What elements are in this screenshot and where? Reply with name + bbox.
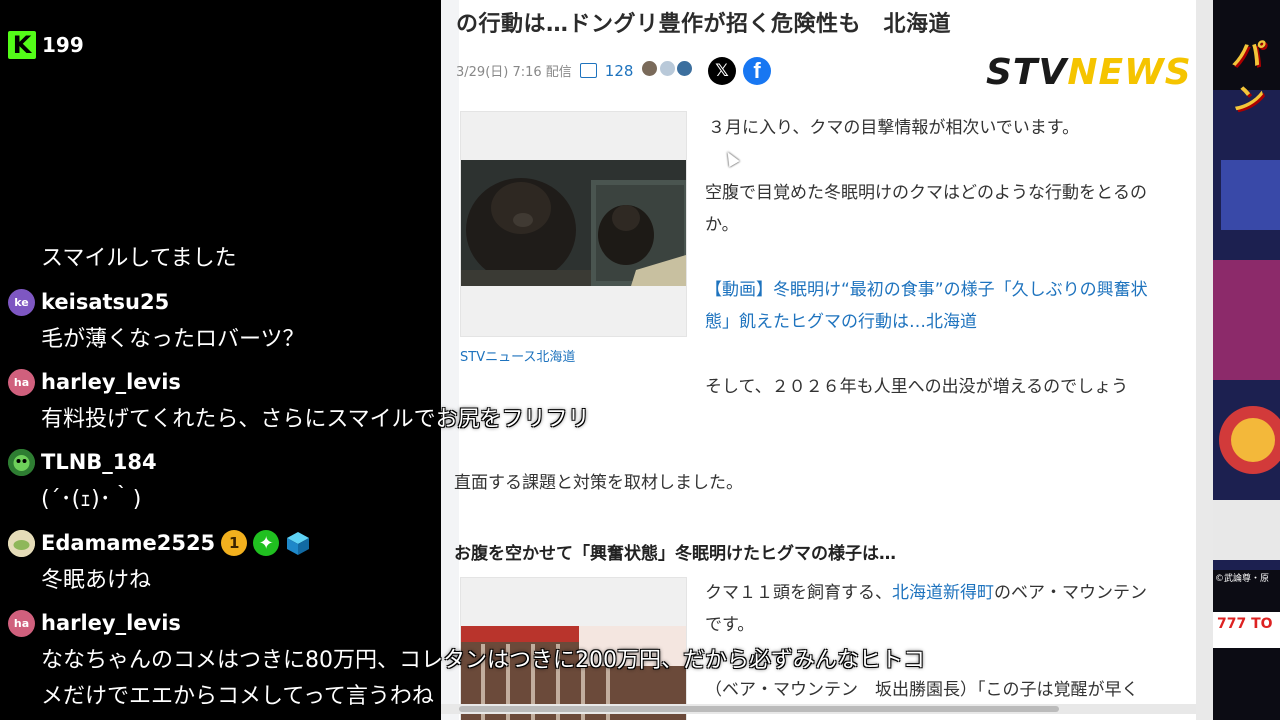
article-title: の行動は…ドングリ豊作が招く危険性も 北海道 (456, 12, 952, 37)
scrollbar-thumb[interactable] (459, 706, 1059, 712)
commenter-avatar (641, 60, 659, 77)
stv-news-logo: STVNEWS (986, 52, 1192, 93)
chat-panel: スマイルしてました ke keisatsu25 毛が薄くなったロバーツ？ ha … (0, 0, 925, 720)
ad-headline: パン (1231, 38, 1261, 117)
chat-username[interactable]: TLNB_184 (41, 450, 157, 474)
photo-caption[interactable]: STVニュース北海道 (460, 346, 575, 365)
chat-message-text: 冬眠あけね (41, 568, 152, 593)
article-meta: 3/29(日) 7:16 配信 128 (456, 60, 693, 81)
article-photo[interactable] (460, 111, 687, 337)
chat-username[interactable]: keisatsu25 (41, 290, 169, 314)
bear-photo (461, 160, 686, 286)
user-avatar[interactable] (8, 448, 35, 476)
side-advertisement[interactable]: パン ©武論尊・原 777 TO (1213, 0, 1280, 720)
user-avatar[interactable] (8, 529, 35, 557)
horizontal-scrollbar[interactable] (441, 704, 1196, 714)
chat-username[interactable]: harley_levis (41, 370, 181, 394)
chat-message-text: ななちゃんのコメはつきに80万円、コレタンはつきに200万円、だから必ずみんなヒ… (41, 648, 925, 673)
chat-username[interactable]: harley_levis (41, 611, 181, 635)
share-x-icon[interactable]: 𝕏 (708, 57, 736, 85)
chat-message-text: スマイルしてました (41, 246, 237, 271)
user-avatar[interactable]: ke (8, 288, 35, 316)
subscriber-badge-icon: 1 (221, 530, 248, 556)
commenter-avatar (658, 60, 676, 77)
chat-message-text: (´･(ｪ)･｀) (41, 487, 142, 512)
paragraph-1: ３月に入り、クマの目撃情報が相次いでいます。 (708, 118, 1080, 138)
stream-overlay: K 199 の行動は…ドングリ豊作が招く危険性も 北海道 3/29(日) 7:1… (0, 0, 1280, 720)
page-gutter (1196, 0, 1213, 720)
user-avatar[interactable]: ha (8, 609, 35, 637)
shintoku-link[interactable]: 北海道新得町 (892, 583, 994, 603)
comment-icon[interactable] (579, 63, 597, 78)
paragraph-5: クマ１１頭を飼育する、北海道新得町のベア・マウンテン です。 (705, 583, 1147, 635)
edamame-avatar-icon (8, 529, 35, 557)
paragraph-4: 直面する課題と対策を取材しました。 (454, 473, 743, 493)
commenter-avatar (675, 60, 693, 77)
article-left-margin (441, 0, 459, 720)
related-video-link[interactable]: 【動画】冬眠明け“最初の食事”の様子「久しぶりの興奮状 態」飢えたヒグマの行動は… (705, 274, 1148, 338)
share-facebook-icon[interactable]: f (743, 57, 771, 85)
monster-avatar-icon (8, 448, 35, 476)
chat-message-text-continued: メだけでエエからコメしてって言うわね (41, 684, 434, 709)
chat-message-text: 毛が薄くなったロバーツ？ (41, 327, 305, 352)
user-avatar[interactable]: ha (8, 368, 35, 396)
cube-badge-icon (285, 530, 311, 556)
ad-copyright: ©武論尊・原 (1215, 574, 1270, 584)
chat-username[interactable]: Edamame2525 (41, 531, 215, 555)
section-heading: お腹を空かせて「興奮状態」冬眠明けたヒグマの様子は… (454, 544, 896, 564)
ad-brand-logo: 777 TO (1217, 616, 1273, 632)
comment-count[interactable]: 128 (605, 62, 634, 80)
news-article: の行動は…ドングリ豊作が招く危険性も 北海道 3/29(日) 7:16 配信 1… (441, 0, 1213, 720)
paragraph-6: （ベア・マウンテン 坂出勝園長）「この子は覚醒が早く (705, 680, 1139, 700)
publish-date: 3/29(日) 7:16 配信 (456, 65, 572, 80)
sparkle-badge-icon: ✦ (253, 530, 280, 556)
commenter-avatars[interactable] (641, 60, 693, 81)
chat-message-text: 有料投げてくれたら、さらにスマイルでお尻をフリフリ (41, 407, 590, 432)
paragraph-3: そして、２０２６年も人里への出没が増えるのでしょう (705, 377, 1129, 397)
bear-photo-graphic (461, 160, 686, 286)
paragraph-2: 空腹で目覚めた冬眠明けのクマはどのような行動をとるの か。 (705, 183, 1147, 235)
